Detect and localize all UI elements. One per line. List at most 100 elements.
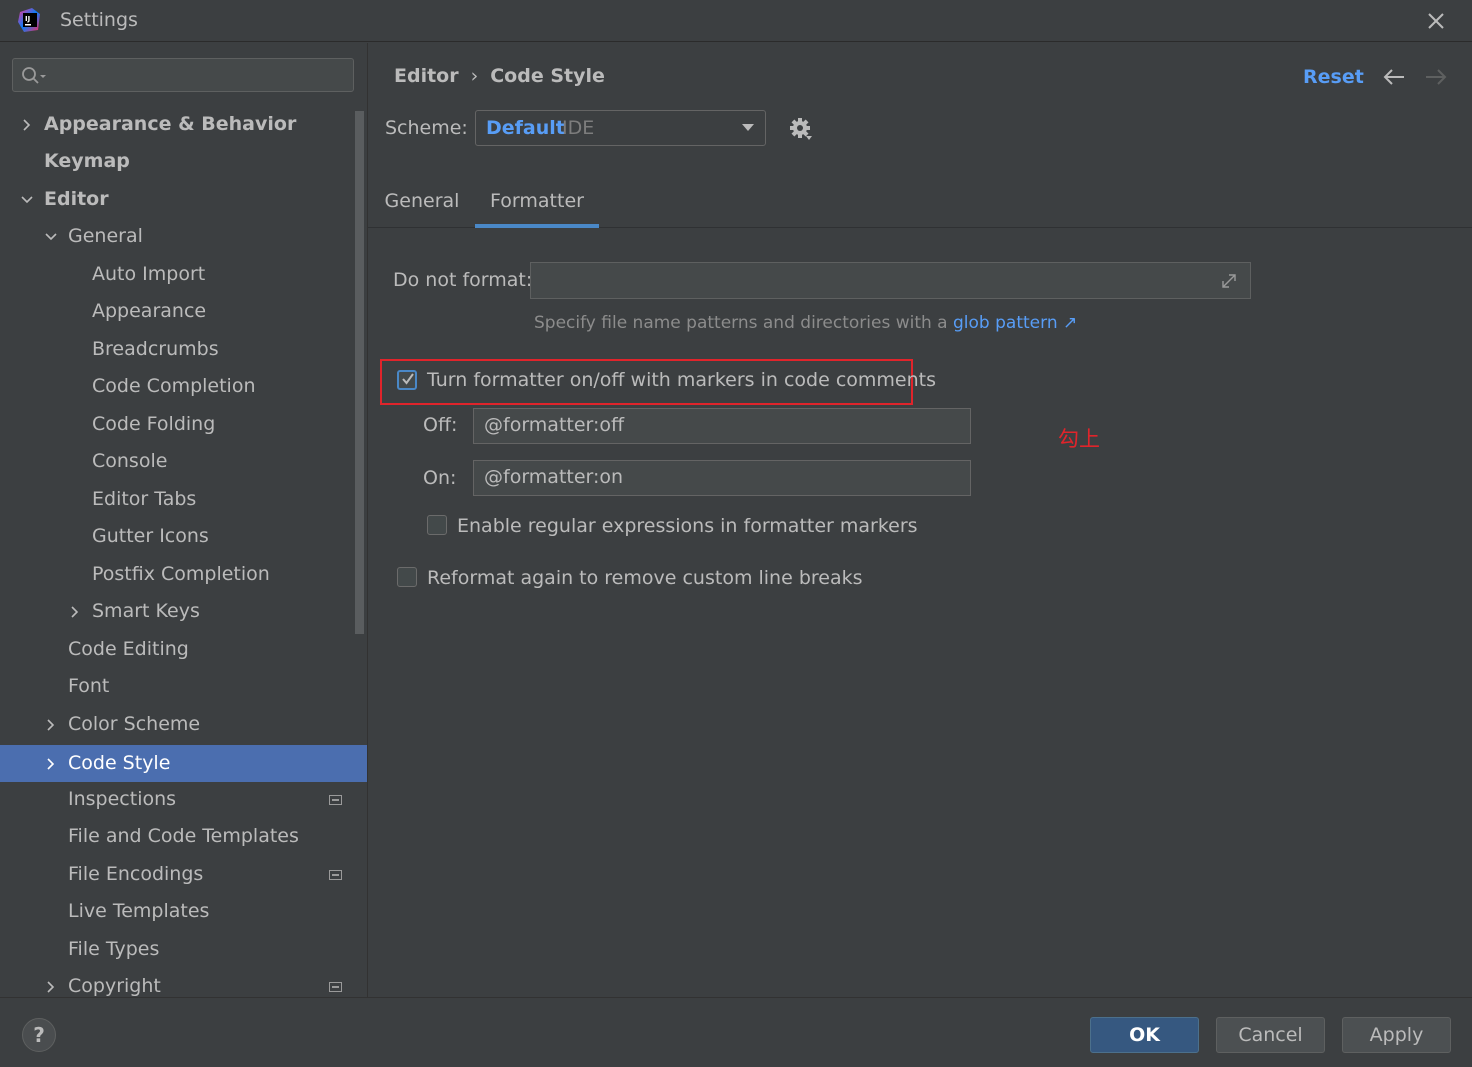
breadcrumb-current: Code Style: [490, 65, 605, 87]
do-not-format-label: Do not format:: [393, 269, 533, 291]
apply-button[interactable]: Apply: [1342, 1017, 1451, 1053]
sidebar-item-keymap[interactable]: Keymap: [0, 143, 367, 180]
sidebar-item-label: Editor: [44, 188, 109, 210]
sidebar-item-postfix-completion[interactable]: Postfix Completion: [0, 556, 367, 593]
svg-text:IJ: IJ: [25, 15, 30, 23]
close-icon[interactable]: [1426, 11, 1446, 31]
hint-text: Specify file name patterns and directori…: [534, 313, 948, 333]
formatter-off-input[interactable]: @formatter:off: [473, 408, 971, 444]
sidebar-item-label: Breadcrumbs: [92, 338, 219, 360]
annotation-text: 勾上: [1058, 427, 1100, 451]
sidebar-item-label: Font: [68, 675, 110, 697]
title-bar: IJ Settings: [0, 0, 1472, 42]
sidebar-item-smart-keys[interactable]: Smart Keys: [0, 593, 367, 630]
chevron-right-icon[interactable]: [45, 758, 57, 770]
sidebar-item-copyright[interactable]: Copyright: [0, 968, 367, 997]
search-icon: [22, 67, 46, 84]
sidebar-item-label: Code Folding: [92, 413, 216, 435]
gear-icon[interactable]: [789, 117, 813, 141]
regex-checkbox-label[interactable]: Enable regular expressions in formatter …: [457, 515, 918, 537]
sidebar-item-gutter-icons[interactable]: Gutter Icons: [0, 518, 367, 555]
glob-hint: Specify file name patterns and directori…: [534, 313, 1077, 333]
chevron-right-icon[interactable]: [45, 981, 57, 993]
sidebar-item-label: General: [68, 225, 143, 247]
tab-general[interactable]: General: [376, 190, 468, 228]
dialog-footer: ? OK Cancel Apply: [0, 997, 1472, 1067]
sidebar-item-appearance[interactable]: Appearance: [0, 293, 367, 330]
markers-checkbox-label[interactable]: Turn formatter on/off with markers in co…: [427, 369, 936, 391]
sidebar-item-inspections[interactable]: Inspections: [0, 781, 367, 818]
off-label: Off:: [423, 414, 458, 436]
sidebar-item-label: Console: [92, 450, 168, 472]
sidebar-item-label: Auto Import: [92, 263, 206, 285]
scheme-dropdown[interactable]: Default IDE: [475, 110, 766, 146]
sidebar-item-label: File and Code Templates: [68, 825, 299, 847]
settings-content: Editor › Code Style Reset Scheme: Default …: [367, 43, 1472, 997]
sidebar-item-label: Color Scheme: [68, 713, 201, 735]
chevron-right-icon[interactable]: [45, 719, 57, 731]
formatter-on-input[interactable]: @formatter:on: [473, 460, 971, 496]
sidebar-item-label: Appearance: [92, 300, 207, 322]
help-icon[interactable]: ?: [22, 1018, 56, 1052]
search-input[interactable]: [12, 58, 354, 92]
sidebar-item-label: Smart Keys: [92, 600, 200, 622]
markers-checkbox[interactable]: [397, 370, 417, 390]
arrow-right-icon[interactable]: [1424, 67, 1448, 87]
sidebar-item-breadcrumbs[interactable]: Breadcrumbs: [0, 331, 367, 368]
sidebar-item-file-types[interactable]: File Types: [0, 931, 367, 968]
glob-pattern-link[interactable]: glob pattern ↗: [953, 313, 1077, 333]
scheme-name: Default: [486, 117, 565, 139]
intellij-logo-icon: IJ: [18, 8, 40, 32]
sidebar-scrollbar[interactable]: [355, 111, 364, 634]
sidebar-item-label: File Encodings: [68, 863, 204, 885]
sidebar-item-code-folding[interactable]: Code Folding: [0, 406, 367, 443]
chevron-right-icon[interactable]: [21, 119, 33, 131]
sidebar-item-label: Code Style: [68, 752, 171, 774]
sidebar-item-code-style[interactable]: Code Style: [0, 745, 367, 782]
sidebar-item-label: File Types: [68, 938, 160, 960]
sidebar-item-color-scheme[interactable]: Color Scheme: [0, 706, 367, 743]
breadcrumb-parent[interactable]: Editor: [394, 65, 459, 87]
sidebar-item-general[interactable]: General: [0, 218, 367, 255]
sidebar-item-label: Gutter Icons: [92, 525, 209, 547]
sidebar-item-console[interactable]: Console: [0, 443, 367, 480]
reformat-checkbox[interactable]: [397, 567, 417, 587]
sidebar-item-editor[interactable]: Editor: [0, 181, 367, 218]
sidebar-item-code-completion[interactable]: Code Completion: [0, 368, 367, 405]
sidebar-item-label: Copyright: [68, 975, 161, 997]
tab-formatter[interactable]: Formatter: [475, 190, 599, 228]
sidebar-item-appearance-behavior[interactable]: Appearance & Behavior: [0, 106, 367, 143]
sidebar-item-label: Live Templates: [68, 900, 210, 922]
expand-icon[interactable]: [1219, 271, 1239, 291]
breadcrumb: Editor › Code Style: [394, 65, 605, 87]
do-not-format-input[interactable]: [530, 262, 1251, 299]
scheme-type: IDE: [562, 117, 595, 139]
dropdown-arrow-icon: [742, 124, 754, 131]
regex-checkbox[interactable]: [427, 515, 447, 535]
checkmark-icon: [402, 373, 414, 385]
reformat-checkbox-label[interactable]: Reformat again to remove custom line bre…: [427, 567, 863, 589]
ok-button[interactable]: OK: [1090, 1017, 1199, 1053]
tab-label: General: [384, 190, 460, 212]
sidebar-item-font[interactable]: Font: [0, 668, 367, 705]
sidebar-item-code-editing[interactable]: Code Editing: [0, 631, 367, 668]
cancel-button[interactable]: Cancel: [1216, 1017, 1325, 1053]
sidebar-item-label: Editor Tabs: [92, 488, 197, 510]
chevron-down-icon[interactable]: [21, 194, 33, 206]
formatter-off-value: @formatter:off: [484, 414, 625, 436]
reset-link[interactable]: Reset: [1303, 66, 1364, 88]
sidebar-item-file-encodings[interactable]: File Encodings: [0, 856, 367, 893]
sidebar-item-label: Code Editing: [68, 638, 189, 660]
sidebar-item-auto-import[interactable]: Auto Import: [0, 256, 367, 293]
window-title: Settings: [60, 9, 138, 31]
sidebar-item-editor-tabs[interactable]: Editor Tabs: [0, 481, 367, 518]
arrow-left-icon[interactable]: [1382, 67, 1406, 87]
chevron-down-icon[interactable]: [45, 231, 57, 243]
sidebar-item-label: Postfix Completion: [92, 563, 270, 585]
chevron-right-icon[interactable]: [69, 606, 81, 618]
sidebar-item-file-and-code-templates[interactable]: File and Code Templates: [0, 818, 367, 855]
sidebar-item-label: Inspections: [68, 788, 177, 810]
formatter-on-value: @formatter:on: [484, 466, 624, 488]
sidebar-item-live-templates[interactable]: Live Templates: [0, 893, 367, 930]
breadcrumb-separator: ›: [470, 65, 479, 87]
